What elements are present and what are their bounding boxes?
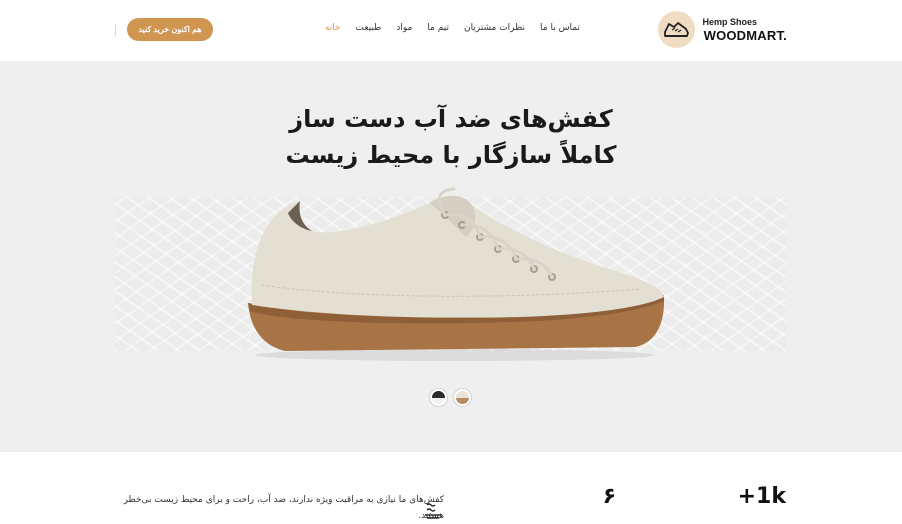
nav-item-testimonials[interactable]: نظرات مشتریان: [464, 23, 525, 33]
nav-item-nature[interactable]: طبیعت: [356, 23, 382, 33]
feature-description: کفش‌های ما نیازی به مراقبت ویژه ندارند، …: [123, 495, 444, 521]
logo-tagline: Hemp Shoes: [702, 17, 757, 27]
sneaker-icon: [658, 11, 695, 48]
site-header: Hemp Shoes WOODMART. خانه طبیعت مواد تیم…: [0, 0, 902, 61]
nav-item-team[interactable]: تیم ما: [427, 23, 449, 33]
hero-title-line-1: کفش‌های ضد آب دست ساز: [289, 105, 613, 133]
stat-customers-value: +1k: [737, 484, 786, 509]
header-divider: [115, 24, 116, 36]
nav-item-home[interactable]: خانه: [325, 23, 341, 33]
color-swatches: [430, 389, 471, 406]
hero-section: کفش‌های ضد آب دست ساز کاملاً سازگار با م…: [0, 61, 902, 452]
site-logo[interactable]: Hemp Shoes WOODMART.: [647, 11, 787, 49]
color-swatch-black[interactable]: [430, 389, 447, 406]
main-nav: خانه طبیعت مواد تیم ما نظرات مشتریان تما…: [325, 23, 580, 33]
hero-title: کفش‌های ضد آب دست ساز کاملاً سازگار با م…: [0, 101, 902, 173]
logo-wordmark: WOODMART.: [703, 28, 787, 43]
features-section: +1k ۶ کفش‌های ما نیازی به مراقبت ویژه ند…: [0, 452, 902, 521]
shoe-image: [248, 187, 665, 361]
shop-now-button[interactable]: هم اکنون خرید کنید: [127, 18, 213, 41]
stat-years-value: ۶: [602, 484, 616, 509]
hero-title-line-2: کاملاً سازگار با محیط زیست: [285, 141, 617, 169]
nav-item-contact[interactable]: تماس با ما: [540, 23, 580, 33]
color-swatch-tan[interactable]: [454, 389, 471, 406]
nav-item-materials[interactable]: مواد: [396, 23, 412, 33]
